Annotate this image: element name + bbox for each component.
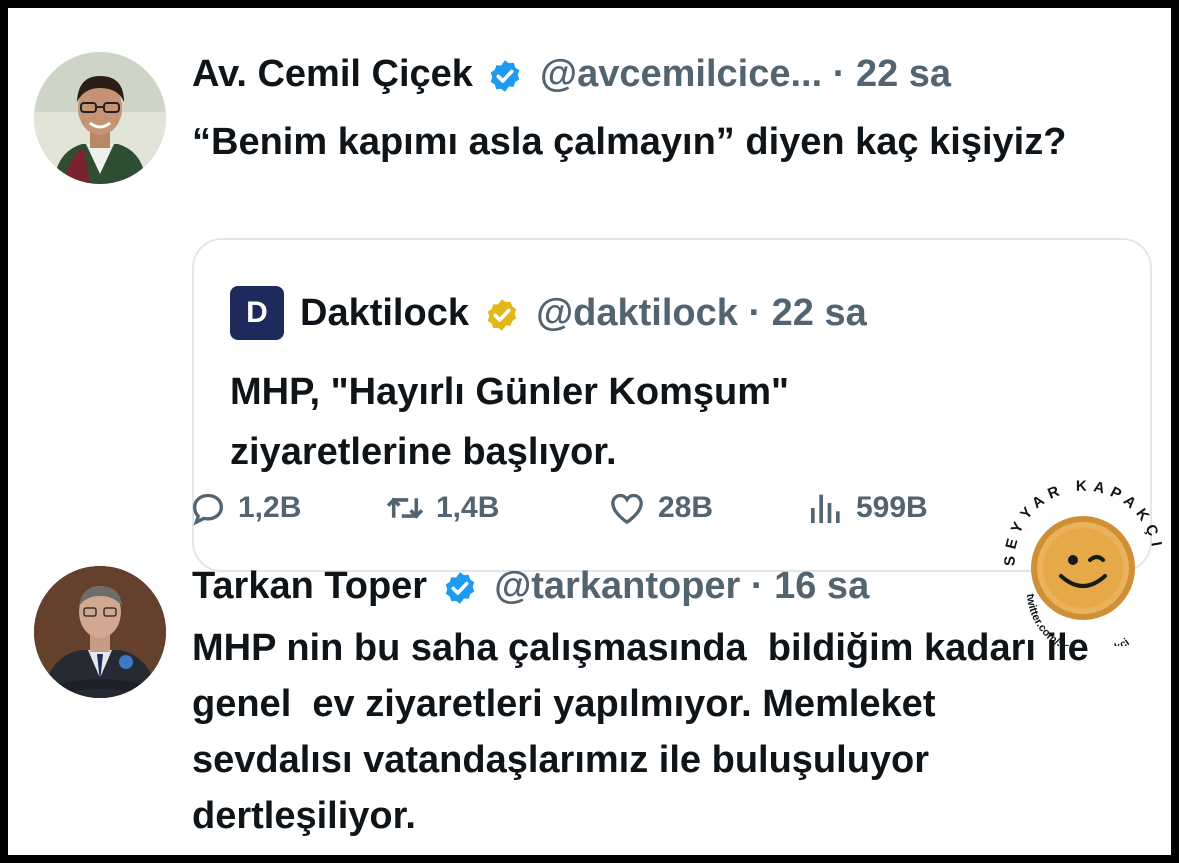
tweet1-author-name[interactable]: Av. Cemil Çiçek bbox=[192, 53, 473, 95]
verified-badge-icon bbox=[491, 60, 520, 92]
quoted-separator: · bbox=[748, 292, 762, 334]
tweet1-action-bar: 1,2B 1,4B 28B 599B bbox=[188, 488, 1008, 534]
tweet1-header: Av. Cemil Çiçek @avcemilcice... · 22 sa bbox=[192, 50, 951, 98]
avatar-tarkan[interactable] bbox=[34, 566, 166, 698]
tweet2-author-name[interactable]: Tarkan Toper bbox=[192, 565, 427, 607]
bottle-cap-smiley-icon: SEYYAR KAPAKÇI twitter.com/SeyyarKapakci bbox=[1002, 478, 1160, 659]
daktilock-logo-letter: D bbox=[246, 296, 268, 329]
seyyar-kapakci-watermark: SEYYAR KAPAKÇI twitter.com/SeyyarKapakci bbox=[993, 476, 1171, 659]
retweet-count: 1,4B bbox=[436, 491, 500, 524]
views-button[interactable]: 599B bbox=[806, 488, 928, 528]
like-count: 28B bbox=[658, 491, 714, 524]
avatar-cemil[interactable] bbox=[34, 52, 166, 184]
views-count: 599B bbox=[856, 491, 928, 524]
quoted-header: Daktilock @daktilock · 22 sa bbox=[300, 286, 867, 340]
like-icon bbox=[611, 493, 643, 525]
like-button[interactable]: 28B bbox=[606, 488, 713, 528]
daktilock-logo[interactable]: D bbox=[230, 286, 284, 340]
retweet-icon bbox=[386, 497, 424, 519]
verified-gold-badge-icon bbox=[487, 299, 516, 331]
tweet2-author-handle[interactable]: @tarkantoper bbox=[494, 565, 740, 607]
quoted-text: MHP, "Hayırlı Günler Komşum" ziyaretleri… bbox=[230, 371, 790, 473]
tweet1-timestamp[interactable]: 22 sa bbox=[856, 53, 951, 95]
reply-button[interactable]: 1,2B bbox=[188, 488, 301, 528]
screenshot-card: Av. Cemil Çiçek @avcemilcice... · 22 sa … bbox=[8, 8, 1171, 855]
tweet2-text: MHP nin bu saha çalışmasında bildiğim ka… bbox=[192, 627, 1100, 837]
avatar-cemil-photo bbox=[34, 52, 166, 184]
reply-count: 1,2B bbox=[238, 491, 302, 524]
reply-icon bbox=[192, 493, 224, 526]
quoted-timestamp[interactable]: 22 sa bbox=[772, 292, 867, 334]
views-icon bbox=[811, 494, 840, 523]
tweet2-header: Tarkan Toper @tarkantoper · 16 sa bbox=[192, 562, 869, 610]
tweet2-separator: · bbox=[750, 565, 764, 607]
tweet1-separator: · bbox=[832, 53, 846, 95]
verified-badge-icon bbox=[445, 572, 474, 604]
quoted-author-name[interactable]: Daktilock bbox=[300, 292, 469, 334]
retweet-button[interactable]: 1,4B bbox=[384, 488, 499, 528]
avatar-tarkan-photo bbox=[34, 566, 166, 698]
tweet1-text: “Benim kapımı asla çalmayın” diyen kaç k… bbox=[192, 121, 1067, 163]
quoted-author-handle[interactable]: @daktilock bbox=[536, 292, 738, 334]
tweet2-timestamp[interactable]: 16 sa bbox=[774, 565, 869, 607]
tweet1-author-handle[interactable]: @avcemilcice... bbox=[540, 53, 822, 95]
